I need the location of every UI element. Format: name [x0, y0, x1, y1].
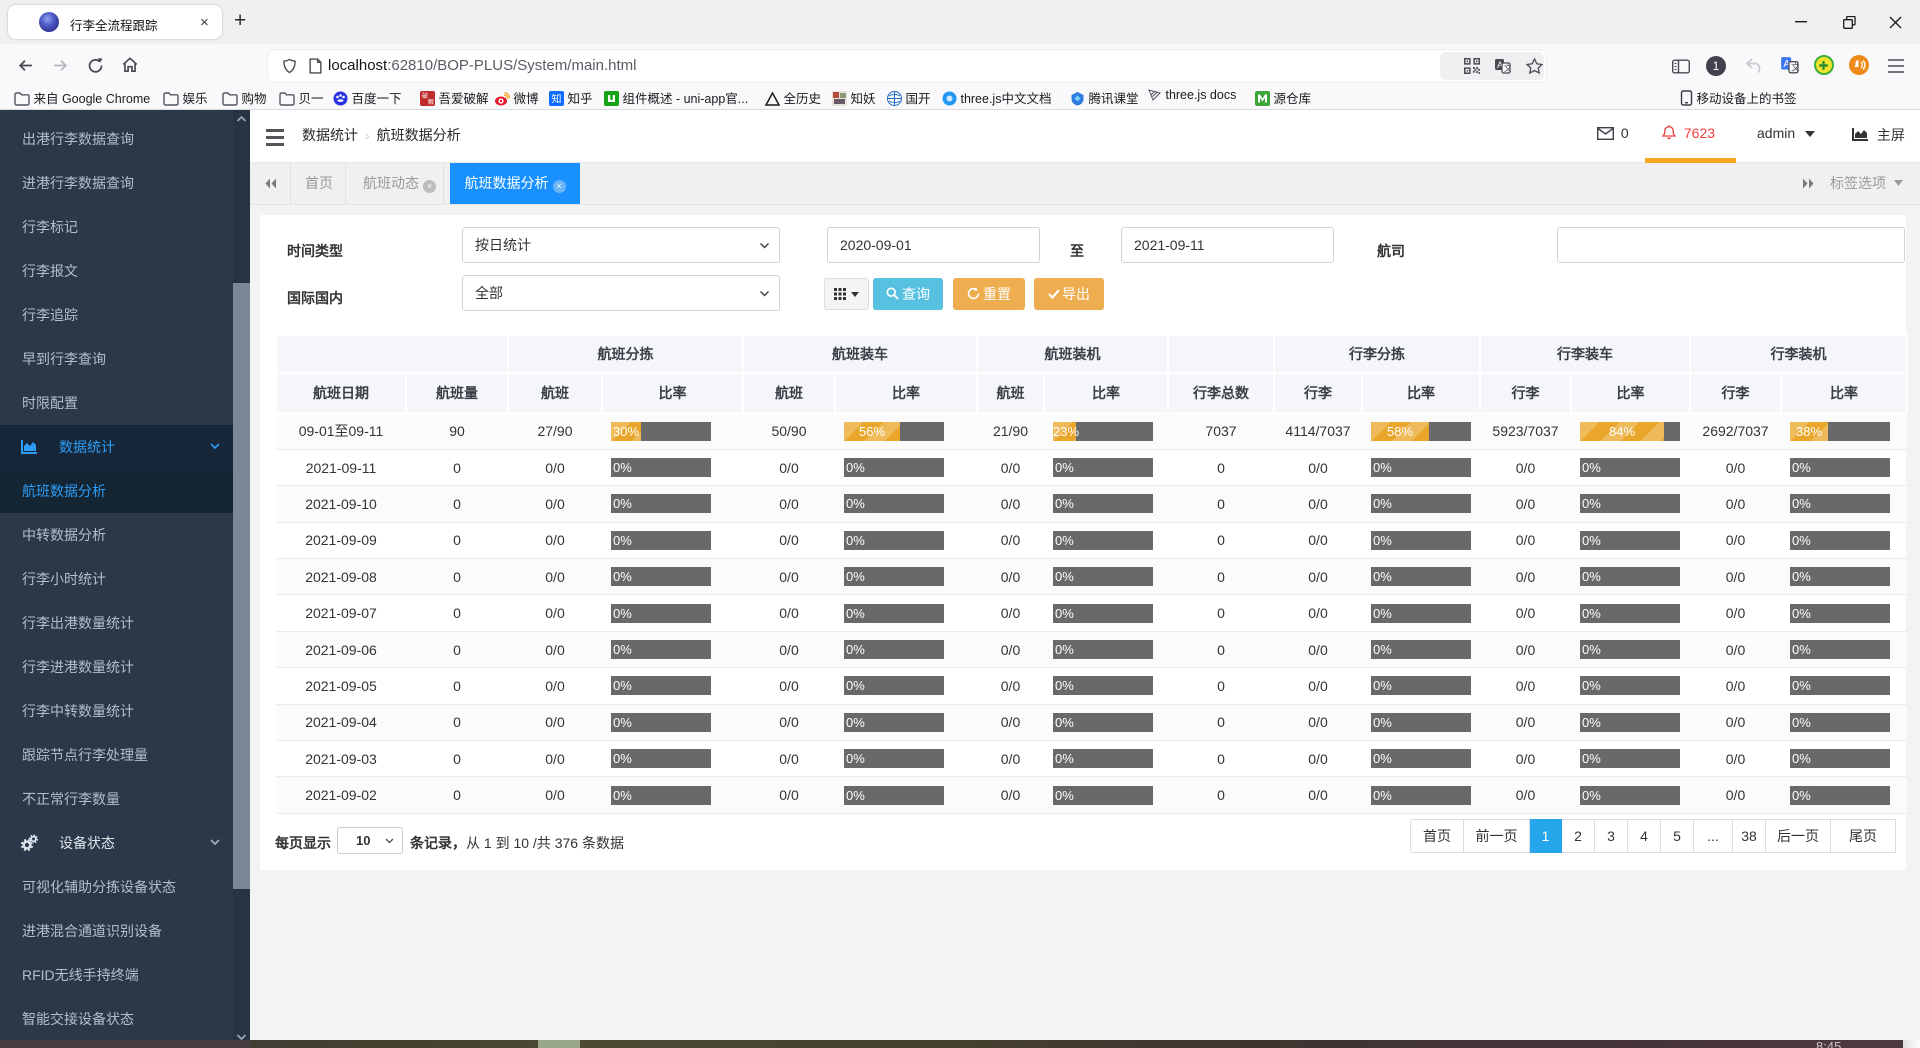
svg-text:文: 文: [1504, 63, 1511, 73]
svg-text:文: 文: [1791, 62, 1799, 73]
svg-text:解: 解: [428, 98, 434, 106]
svg-text:破: 破: [422, 92, 428, 100]
svg-text:知: 知: [552, 93, 562, 106]
